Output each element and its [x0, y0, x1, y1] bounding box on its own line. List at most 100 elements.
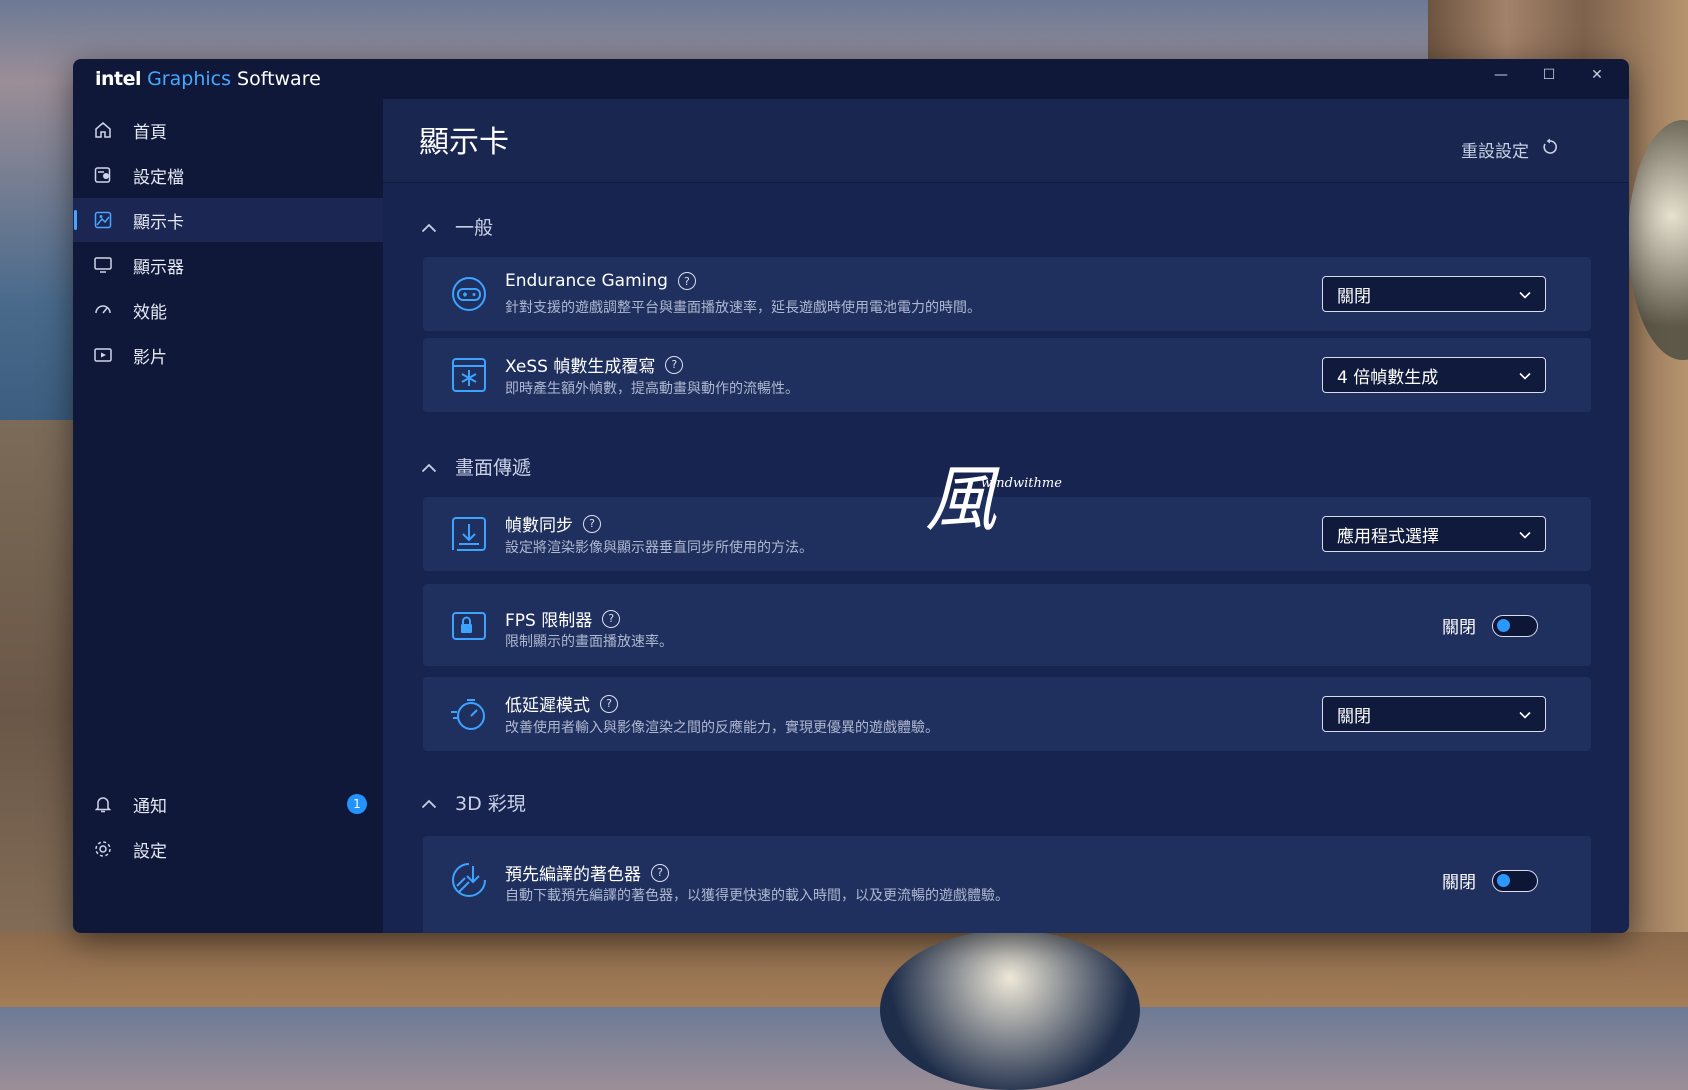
section-3d-header[interactable]: 3D 彩現: [421, 789, 526, 816]
sidebar-item-graphics[interactable]: 顯示卡: [73, 198, 383, 242]
maximize-button[interactable]: ☐: [1525, 59, 1573, 91]
precompiled-shaders-title: 預先編譯的著色器 ?: [505, 860, 669, 885]
low-latency-desc: 改善使用者輸入與影像渲染之間的反應能力，實現更優異的遊戲體驗。: [505, 720, 939, 736]
precompiled-shaders-card: 預先編譯的著色器 ? 自動下載預先編譯的著色器，以獲得更快速的載入時間，以及更流…: [423, 836, 1591, 933]
sidebar-item-displays[interactable]: 顯示器: [73, 243, 383, 287]
page-title: 顯示卡: [419, 125, 509, 160]
setting-title: 低延遲模式: [505, 696, 590, 716]
dropdown-value: 應用程式選擇: [1337, 526, 1439, 547]
fps-limiter-toggle-group: 關閉: [1442, 613, 1538, 638]
watermark-text: windwithme: [981, 476, 1062, 491]
brand-graphics: Graphics: [147, 68, 231, 90]
sidebar-item-label: 顯示卡: [133, 212, 184, 233]
frame-sync-title: 幀數同步 ?: [505, 511, 601, 536]
fps-limiter-toggle[interactable]: [1492, 614, 1538, 637]
section-title: 一般: [455, 217, 494, 239]
setting-title: 預先編譯的著色器: [505, 865, 641, 885]
brand-intel: intel: [95, 68, 142, 90]
setting-title: FPS 限制器: [505, 611, 593, 631]
help-icon[interactable]: ?: [602, 609, 621, 628]
chevron-down-icon: [1519, 284, 1531, 304]
dropdown-value: 關閉: [1337, 706, 1371, 727]
precompiled-shaders-toggle[interactable]: [1492, 869, 1538, 892]
dropdown-value: 關閉: [1337, 286, 1371, 307]
help-icon[interactable]: ?: [583, 514, 601, 533]
video-icon: [93, 345, 113, 365]
sidebar-item-label: 設定檔: [133, 167, 184, 188]
endurance-gaming-title: Endurance Gaming ?: [505, 271, 696, 291]
page-header: 顯示卡 重設設定: [383, 99, 1629, 183]
help-icon[interactable]: ?: [600, 694, 618, 713]
sidebar-item-video[interactable]: 影片: [73, 333, 383, 377]
reset-label: 重設設定: [1461, 142, 1529, 162]
toggle-label: 關閉: [1442, 618, 1476, 638]
section-title: 3D 彩現: [455, 793, 526, 815]
help-icon[interactable]: ?: [665, 355, 684, 374]
main-panel: 顯示卡 重設設定 一般 Endurance Gaming ? 針對支援的遊戲調整…: [383, 99, 1629, 933]
performance-icon: [93, 300, 113, 320]
chevron-up-icon: [421, 456, 437, 478]
chevron-down-icon: [1519, 704, 1531, 724]
precompiled-shaders-icon: [449, 860, 489, 900]
wallpaper-sphere: [880, 930, 1140, 1090]
setting-title: 幀數同步: [505, 516, 573, 536]
watermark: 風 windwithme: [925, 440, 1062, 545]
wallpaper-ground: [0, 932, 1688, 1007]
brand-software: Software: [237, 68, 321, 90]
sidebar-item-notifications[interactable]: 通知 1: [73, 782, 383, 826]
close-button[interactable]: ✕: [1573, 59, 1621, 91]
profile-icon: [93, 165, 113, 185]
endurance-gaming-desc: 針對支援的遊戲調整平台與畫面播放速率，延長遊戲時使用電池電力的時間。: [505, 300, 981, 316]
xess-dropdown[interactable]: 4 倍幀數生成: [1322, 357, 1546, 393]
chevron-up-icon: [421, 792, 437, 814]
section-display-header[interactable]: 畫面傳遞: [421, 453, 531, 480]
window-controls: — ☐ ✕: [1477, 59, 1621, 91]
section-title: 畫面傳遞: [455, 457, 532, 479]
low-latency-card: 低延遲模式 ? 改善使用者輸入與影像渲染之間的反應能力，實現更優異的遊戲體驗。 …: [423, 677, 1591, 751]
monitor-icon: [93, 255, 113, 275]
low-latency-dropdown[interactable]: 關閉: [1322, 696, 1546, 732]
section-general-header[interactable]: 一般: [421, 213, 493, 240]
frame-sync-desc: 設定將渲染影像與顯示器垂直同步所使用的方法。: [505, 540, 813, 556]
sidebar-item-label: 設定: [133, 841, 167, 862]
sidebar-item-label: 通知: [133, 796, 167, 817]
sidebar-item-label: 首頁: [133, 122, 167, 143]
gear-icon: [93, 839, 113, 859]
help-icon[interactable]: ?: [651, 863, 669, 882]
fps-limiter-icon: [449, 605, 489, 645]
sidebar-item-performance[interactable]: 效能: [73, 288, 383, 332]
endurance-gaming-dropdown[interactable]: 關閉: [1322, 276, 1546, 312]
graphics-card-icon: [93, 210, 113, 230]
toggle-label: 關閉: [1442, 873, 1476, 893]
low-latency-title: 低延遲模式 ?: [505, 691, 618, 716]
sidebar: 首頁 設定檔 顯示卡 顯示器 效能 影片 通知 1 設定: [73, 99, 383, 933]
chevron-up-icon: [421, 216, 437, 238]
endurance-gaming-icon: [449, 274, 489, 314]
setting-title: Endurance Gaming: [505, 271, 668, 291]
xess-desc: 即時產生額外幀數，提高動畫與動作的流暢性。: [505, 381, 799, 397]
sidebar-item-profiles[interactable]: 設定檔: [73, 153, 383, 197]
precompiled-shaders-toggle-group: 關閉: [1442, 868, 1538, 893]
watermark-glyph: 風: [925, 457, 998, 541]
home-icon: [93, 120, 113, 140]
precompiled-shaders-desc: 自動下載預先編譯的著色器，以獲得更快速的載入時間，以及更流暢的遊戲體驗。: [505, 888, 1009, 904]
frame-sync-dropdown[interactable]: 應用程式選擇: [1322, 516, 1546, 552]
sidebar-item-settings[interactable]: 設定: [73, 827, 383, 871]
minimize-button[interactable]: —: [1477, 59, 1525, 91]
bell-icon: [93, 794, 113, 814]
sidebar-item-home[interactable]: 首頁: [73, 108, 383, 152]
dropdown-value: 4 倍幀數生成: [1337, 367, 1439, 388]
reset-settings-button[interactable]: 重設設定: [1461, 137, 1559, 162]
fps-limiter-title: FPS 限制器 ?: [505, 606, 621, 631]
help-icon[interactable]: ?: [677, 272, 696, 290]
app-brand: intel Graphics Software: [95, 68, 321, 90]
fps-limiter-card: FPS 限制器 ? 限制顯示的畫面播放速率。 關閉: [423, 584, 1591, 666]
fps-limiter-desc: 限制顯示的畫面播放速率。: [505, 634, 673, 650]
sidebar-item-label: 效能: [133, 302, 167, 323]
frame-sync-card: 幀數同步 ? 設定將渲染影像與顯示器垂直同步所使用的方法。 應用程式選擇: [423, 497, 1591, 571]
app-window: intel Graphics Software — ☐ ✕ 首頁 設定檔 顯示卡…: [73, 59, 1629, 933]
endurance-gaming-card: Endurance Gaming ? 針對支援的遊戲調整平台與畫面播放速率，延長…: [423, 257, 1591, 331]
low-latency-icon: [449, 694, 489, 734]
frame-sync-icon: [449, 514, 489, 554]
xess-icon: [449, 355, 489, 395]
